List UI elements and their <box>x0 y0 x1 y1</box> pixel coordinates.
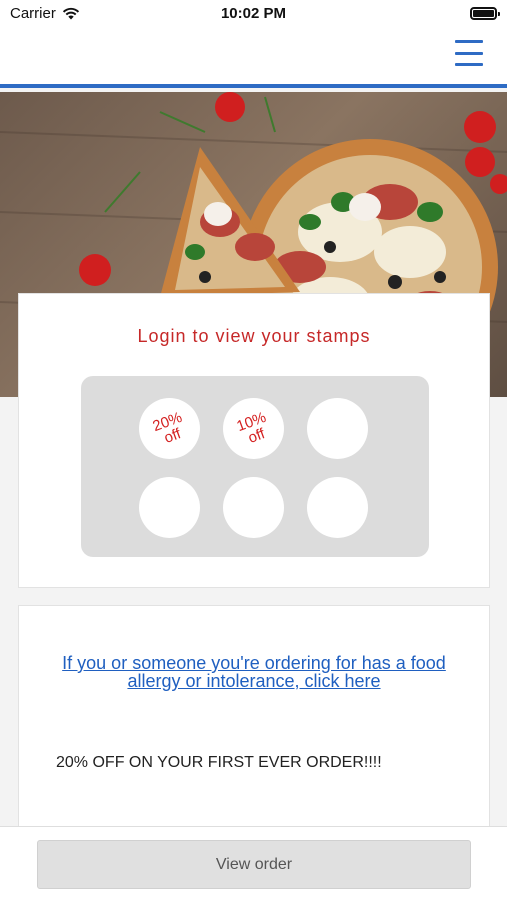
stamp-slot: 10% off <box>223 398 284 459</box>
info-card: If you or someone you're ordering for ha… <box>18 605 490 840</box>
nav-bar <box>0 30 507 88</box>
status-bar: Carrier 10:02 PM <box>0 0 507 30</box>
stamp-card: Login to view your stamps 20% off 10% of… <box>18 293 490 588</box>
stamp-label <box>149 500 190 515</box>
stamp-label: 10% off <box>233 408 268 447</box>
view-order-button[interactable]: View order <box>37 840 471 889</box>
stamp-slot <box>307 398 368 459</box>
stamp-card-title: Login to view your stamps <box>137 326 371 346</box>
stamp-label <box>233 500 274 515</box>
hamburger-menu-icon[interactable] <box>455 40 483 66</box>
promo-text: 20% OFF ON YOUR FIRST EVER ORDER!!!! <box>56 754 382 771</box>
stamp-slot <box>139 477 200 538</box>
stamp-slot <box>223 477 284 538</box>
stamp-label <box>317 500 358 515</box>
stamp-label <box>317 421 358 436</box>
stamp-grid: 20% off 10% off <box>81 376 429 557</box>
battery-icon <box>470 7 500 20</box>
stamp-slot: 20% off <box>139 398 200 459</box>
stamp-slot <box>307 477 368 538</box>
allergy-info-link[interactable]: If you or someone you're ordering for ha… <box>39 654 469 690</box>
clock: 10:02 PM <box>220 5 287 22</box>
bottom-bar: View order <box>0 826 507 900</box>
stamp-label: 20% off <box>149 408 184 447</box>
